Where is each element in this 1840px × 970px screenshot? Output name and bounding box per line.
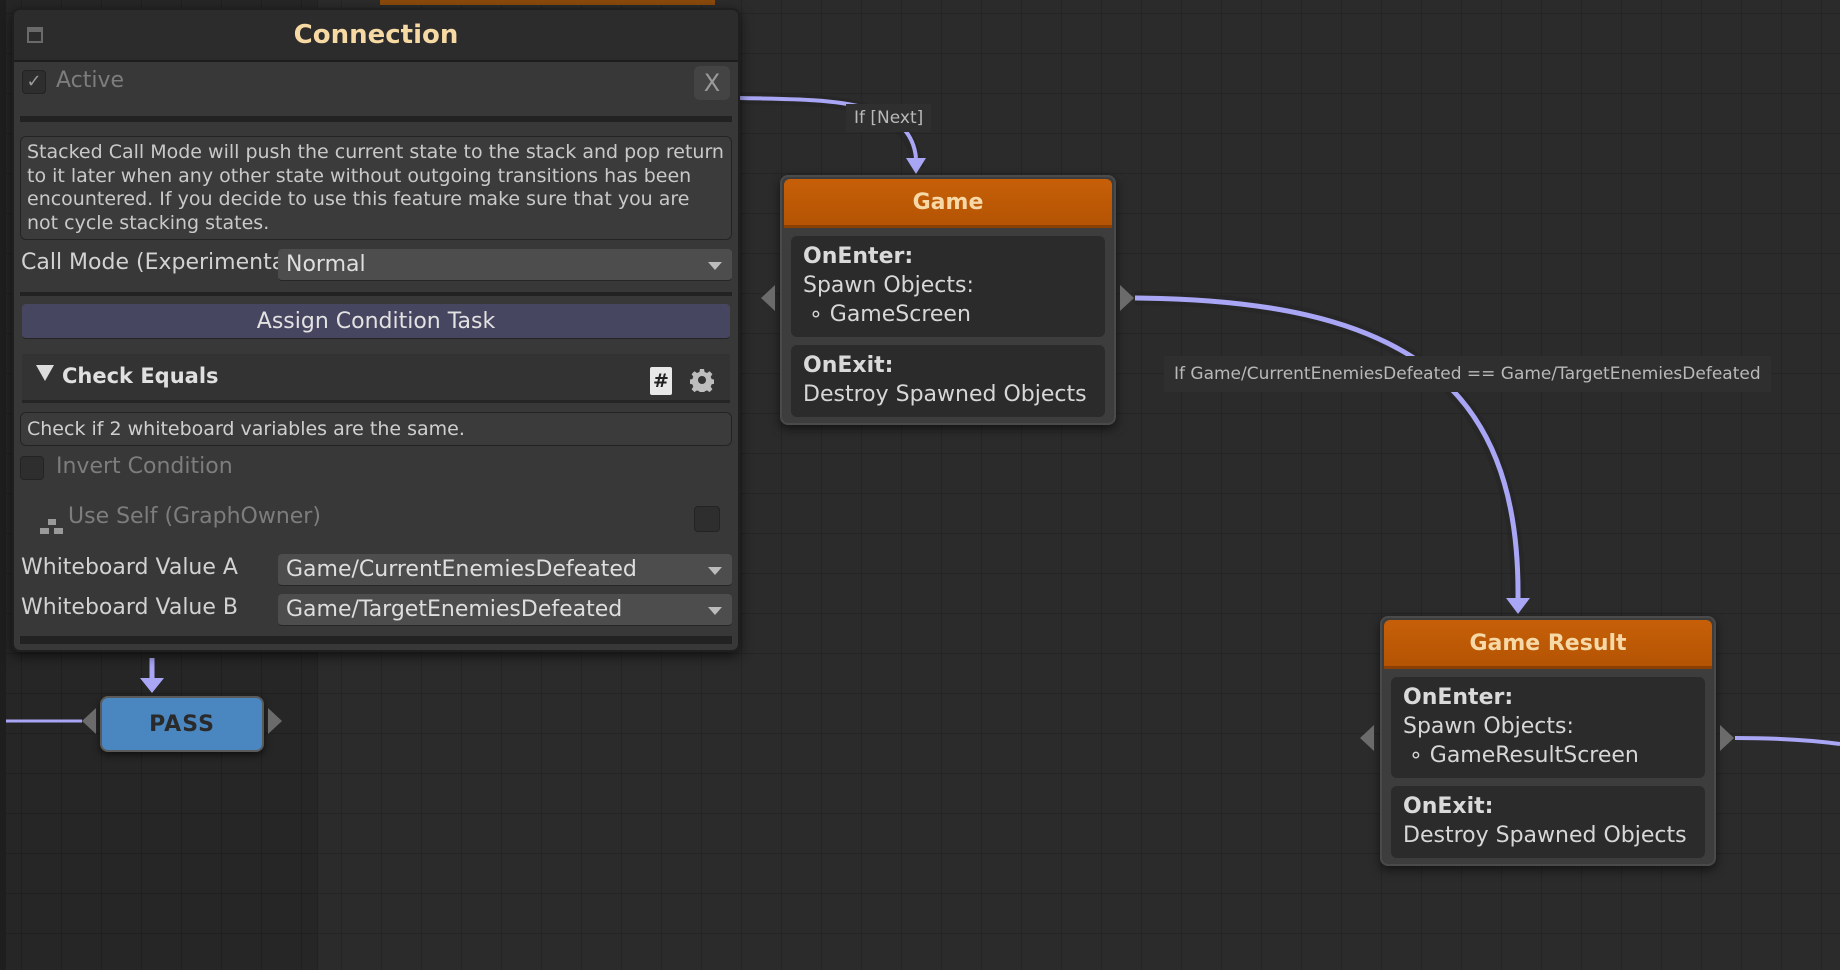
on-enter-item: ∘ GameScreen [809, 302, 971, 327]
node-output-port[interactable] [1120, 285, 1134, 311]
chevron-down-icon [708, 567, 722, 575]
state-node-game-result[interactable]: Game Result OnEnter: Spawn Objects: ∘ Ga… [1380, 616, 1716, 866]
edge-label-next[interactable]: If [Next] [846, 104, 932, 132]
task-title[interactable]: Check Equals [36, 364, 219, 388]
on-exit-action: Destroy Spawned Objects [1403, 823, 1687, 848]
on-enter-action: Spawn Objects: [1403, 714, 1574, 739]
whiteboard-value-b-dropdown[interactable]: Game/TargetEnemiesDefeated [278, 594, 732, 626]
whiteboard-value-b-label: Whiteboard Value B [21, 595, 238, 620]
task-title-label: Check Equals [62, 364, 219, 388]
on-enter-section: OnEnter: Spawn Objects: ∘ GameScreen [791, 236, 1105, 337]
state-node-game[interactable]: Game OnEnter: Spawn Objects: ∘ GameScree… [780, 175, 1116, 425]
node-output-port[interactable] [268, 708, 282, 734]
on-exit-action: Destroy Spawned Objects [803, 382, 1087, 407]
graph-owner-icon [40, 519, 63, 534]
edge-label-condition[interactable]: If Game/CurrentEnemiesDefeated == Game/T… [1164, 356, 1771, 392]
node-output-port[interactable] [1720, 725, 1734, 751]
use-self-checkbox[interactable] [694, 506, 720, 532]
assign-condition-task-button[interactable]: Assign Condition Task [22, 304, 730, 339]
arrowhead-icon [140, 678, 164, 693]
on-exit-section: OnExit: Destroy Spawned Objects [791, 345, 1105, 417]
close-button[interactable]: X [694, 66, 730, 100]
call-mode-label: Call Mode (Experimental) [21, 250, 300, 275]
panel-title: Connection [293, 20, 459, 50]
task-description: Check if 2 whiteboard variables are the … [20, 412, 732, 446]
divider [20, 292, 732, 296]
transition-edge-out[interactable] [1734, 736, 1840, 746]
on-enter-label: OnEnter: [803, 244, 914, 269]
use-self-label: Use Self (GraphOwner) [68, 504, 321, 529]
chevron-down-icon [708, 262, 722, 270]
active-label: Active [56, 68, 125, 93]
task-header-check-equals[interactable]: Check Equals # [22, 354, 730, 403]
connection-inspector-panel: Connection ✓ Active X Stacked Call Mode … [12, 8, 740, 652]
transition-shadow [1134, 291, 1526, 603]
whiteboard-value-a-value: Game/CurrentEnemiesDefeated [286, 557, 637, 582]
on-enter-section: OnEnter: Spawn Objects: ∘ GameResultScre… [1391, 677, 1705, 778]
pass-node[interactable]: PASS [100, 696, 264, 752]
on-exit-label: OnExit: [803, 353, 894, 378]
call-mode-dropdown[interactable]: Normal [278, 249, 732, 281]
gear-icon[interactable] [690, 368, 714, 392]
invert-condition-checkbox[interactable] [20, 456, 44, 480]
script-file-icon[interactable]: # [650, 367, 672, 395]
on-enter-label: OnEnter: [1403, 685, 1514, 710]
whiteboard-value-a-label: Whiteboard Value A [21, 555, 238, 580]
node-input-port[interactable] [82, 708, 96, 734]
state-node-title: Game Result [1384, 620, 1712, 669]
foldout-triangle-icon [36, 365, 54, 381]
on-exit-section: OnExit: Destroy Spawned Objects [1391, 786, 1705, 858]
panel-header[interactable]: Connection [14, 10, 738, 62]
call-mode-value: Normal [286, 252, 366, 277]
on-enter-action: Spawn Objects: [803, 273, 974, 298]
divider [20, 636, 732, 644]
arrowhead-icon [1506, 598, 1530, 614]
on-enter-item: ∘ GameResultScreen [1409, 743, 1639, 768]
chevron-down-icon [708, 607, 722, 615]
node-input-port[interactable] [761, 285, 775, 311]
transition-edge-condition[interactable] [1134, 295, 1521, 599]
whiteboard-value-a-dropdown[interactable]: Game/CurrentEnemiesDefeated [278, 554, 732, 586]
node-input-port[interactable] [1360, 725, 1374, 751]
divider [20, 116, 732, 122]
invert-condition-label: Invert Condition [56, 454, 233, 479]
call-mode-help-text: Stacked Call Mode will push the current … [20, 136, 732, 240]
state-node-title: Game [784, 179, 1112, 228]
on-exit-label: OnExit: [1403, 794, 1494, 819]
whiteboard-value-b-value: Game/TargetEnemiesDefeated [286, 597, 623, 622]
active-checkbox[interactable]: ✓ [22, 70, 46, 94]
